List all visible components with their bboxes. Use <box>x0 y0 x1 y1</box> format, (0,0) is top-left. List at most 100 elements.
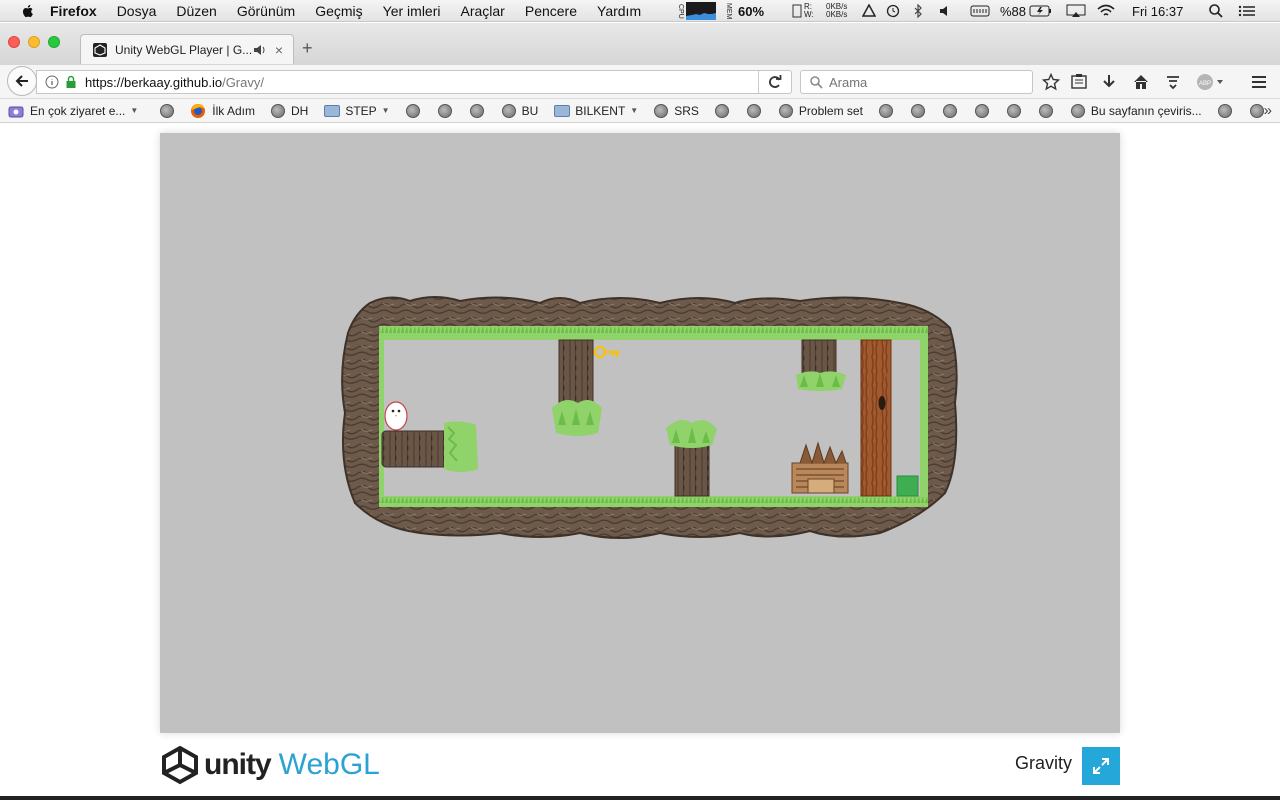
hamburger-menu-icon[interactable] <box>1249 72 1269 92</box>
chevron-down-icon: ▼ <box>630 106 639 115</box>
menu-gorunum[interactable]: Görünüm <box>237 3 295 19</box>
globe-icon <box>1217 103 1232 118</box>
menu-yardim[interactable]: Yardım <box>597 3 641 19</box>
bookmark-ilk-adim[interactable]: İlk Adım <box>190 103 255 119</box>
menu-firefox[interactable]: Firefox <box>50 3 97 19</box>
globe-icon <box>1006 103 1021 118</box>
unity-game-canvas[interactable] <box>160 133 1120 733</box>
bookmark-item[interactable] <box>1006 103 1027 118</box>
wifi-icon[interactable] <box>1096 0 1116 22</box>
menu-gecmis[interactable]: Geçmiş <box>315 3 362 19</box>
search-icon <box>810 76 823 89</box>
reading-list-icon[interactable] <box>1069 72 1089 92</box>
pocket-icon[interactable] <box>1163 72 1183 92</box>
clock[interactable]: Fri 16:37 <box>1132 0 1183 22</box>
battery-status[interactable]: %88 <box>1000 0 1053 22</box>
airplay-icon[interactable] <box>1066 0 1086 22</box>
menu-dosya[interactable]: Dosya <box>117 3 157 19</box>
bookmark-star-icon[interactable] <box>1041 72 1061 92</box>
close-window-button[interactable] <box>8 36 20 48</box>
tab-close-button[interactable]: × <box>275 42 283 58</box>
menu-duzen[interactable]: Düzen <box>176 3 216 19</box>
search-input[interactable] <box>829 74 1019 90</box>
bookmark-item[interactable] <box>1038 103 1059 118</box>
tab-audio-icon[interactable] <box>253 44 267 56</box>
bookmark-item[interactable] <box>405 103 426 118</box>
bookmark-srs[interactable]: SRS <box>654 103 699 118</box>
tab-unity-webgl-player[interactable]: Unity WebGL Player | G... × <box>80 34 294 64</box>
bookmark-dh[interactable]: DH <box>270 103 309 118</box>
bookmark-item[interactable] <box>160 103 180 118</box>
drive-icon[interactable] <box>862 0 876 22</box>
globe-icon <box>778 103 793 118</box>
globe-icon <box>501 103 516 118</box>
bookmark-item[interactable] <box>942 103 963 118</box>
bookmark-item[interactable] <box>437 103 458 118</box>
info-icon[interactable] <box>45 75 59 89</box>
reload-icon[interactable] <box>767 74 783 90</box>
back-button[interactable] <box>7 66 37 96</box>
lock-icon[interactable] <box>65 75 77 89</box>
bluetooth-icon[interactable] <box>912 0 924 22</box>
globe-icon <box>746 103 761 118</box>
unity-favicon-icon <box>93 42 107 57</box>
bookmark-translate[interactable]: Bu sayfanın çeviris... <box>1070 103 1202 118</box>
fullscreen-button[interactable] <box>1082 747 1120 785</box>
bookmark-most-visited[interactable]: En çok ziyaret e... ▼ <box>8 104 138 118</box>
time-machine-icon[interactable] <box>886 0 900 22</box>
zoom-window-button[interactable] <box>48 36 60 48</box>
bookmark-item[interactable] <box>746 103 767 118</box>
bookmark-item[interactable] <box>910 103 931 118</box>
chevron-down-icon: ▼ <box>381 106 390 115</box>
notification-center-icon[interactable] <box>1238 0 1256 22</box>
home-icon[interactable] <box>1131 72 1151 92</box>
game-title: Gravity <box>1014 753 1072 773</box>
globe-icon <box>1070 103 1085 118</box>
bookmark-label: Problem set <box>798 103 863 118</box>
url-bar[interactable]: https://berkaay.github.io/Gravy/ <box>36 70 792 94</box>
folder-icon <box>554 104 571 117</box>
apple-menu-icon[interactable] <box>20 3 36 19</box>
chevron-down-icon: ▼ <box>130 106 139 115</box>
spotlight-icon[interactable] <box>1208 0 1224 22</box>
net-down: 0KB/s <box>826 10 848 19</box>
folder-icon <box>324 104 341 117</box>
globe-icon <box>878 103 893 118</box>
cpu-meter[interactable]: CPU <box>676 0 716 22</box>
download-icon[interactable] <box>1099 72 1119 92</box>
bookmark-item[interactable] <box>714 103 735 118</box>
keyboard-icon[interactable] <box>970 0 990 22</box>
cpu-graph-icon <box>686 2 716 20</box>
globe-icon <box>270 103 285 118</box>
volume-icon[interactable] <box>938 0 952 22</box>
search-box[interactable] <box>800 70 1033 94</box>
bookmark-bu[interactable]: BU <box>501 103 539 118</box>
bookmarks-overflow-button[interactable]: » <box>1264 102 1272 119</box>
bookmark-item[interactable] <box>469 103 490 118</box>
new-tab-button[interactable]: + <box>302 38 313 59</box>
bookmark-problem-set[interactable]: Problem set <box>778 103 863 118</box>
menu-araclar[interactable]: Araçlar <box>461 3 505 19</box>
battery-percent: %88 <box>1000 3 1027 19</box>
mem-meter[interactable]: MEM 60% <box>724 0 764 22</box>
minimize-window-button[interactable] <box>28 36 40 48</box>
disk-meter[interactable]: R: W: <box>792 0 814 22</box>
game-scene[interactable] <box>160 133 1120 733</box>
bookmark-item[interactable] <box>878 103 899 118</box>
menu-yer-imleri[interactable]: Yer imleri <box>383 3 441 19</box>
network-meter[interactable]: 0KB/s 0KB/s <box>826 0 847 22</box>
bookmark-label: BU <box>521 103 539 118</box>
bookmark-label: BILKENT <box>575 103 626 118</box>
bookmark-item[interactable] <box>974 103 995 118</box>
globe-icon <box>974 103 989 118</box>
bookmarks-toolbar: En çok ziyaret e... ▼ İlk Adım DH STEP ▼ B… <box>0 99 1280 123</box>
bookmark-item[interactable] <box>1217 103 1238 118</box>
bookmark-folder-bilkent[interactable]: BILKENT ▼ <box>554 104 638 118</box>
url-path: /Gravy/ <box>222 74 264 90</box>
bookmark-folder-step[interactable]: STEP ▼ <box>324 104 390 118</box>
tree-trunk <box>860 339 892 497</box>
bookmark-label: DH <box>290 103 309 118</box>
player-character <box>384 401 408 431</box>
menu-pencere[interactable]: Pencere <box>525 3 577 19</box>
adblock-icon[interactable]: ABP <box>1196 72 1224 92</box>
